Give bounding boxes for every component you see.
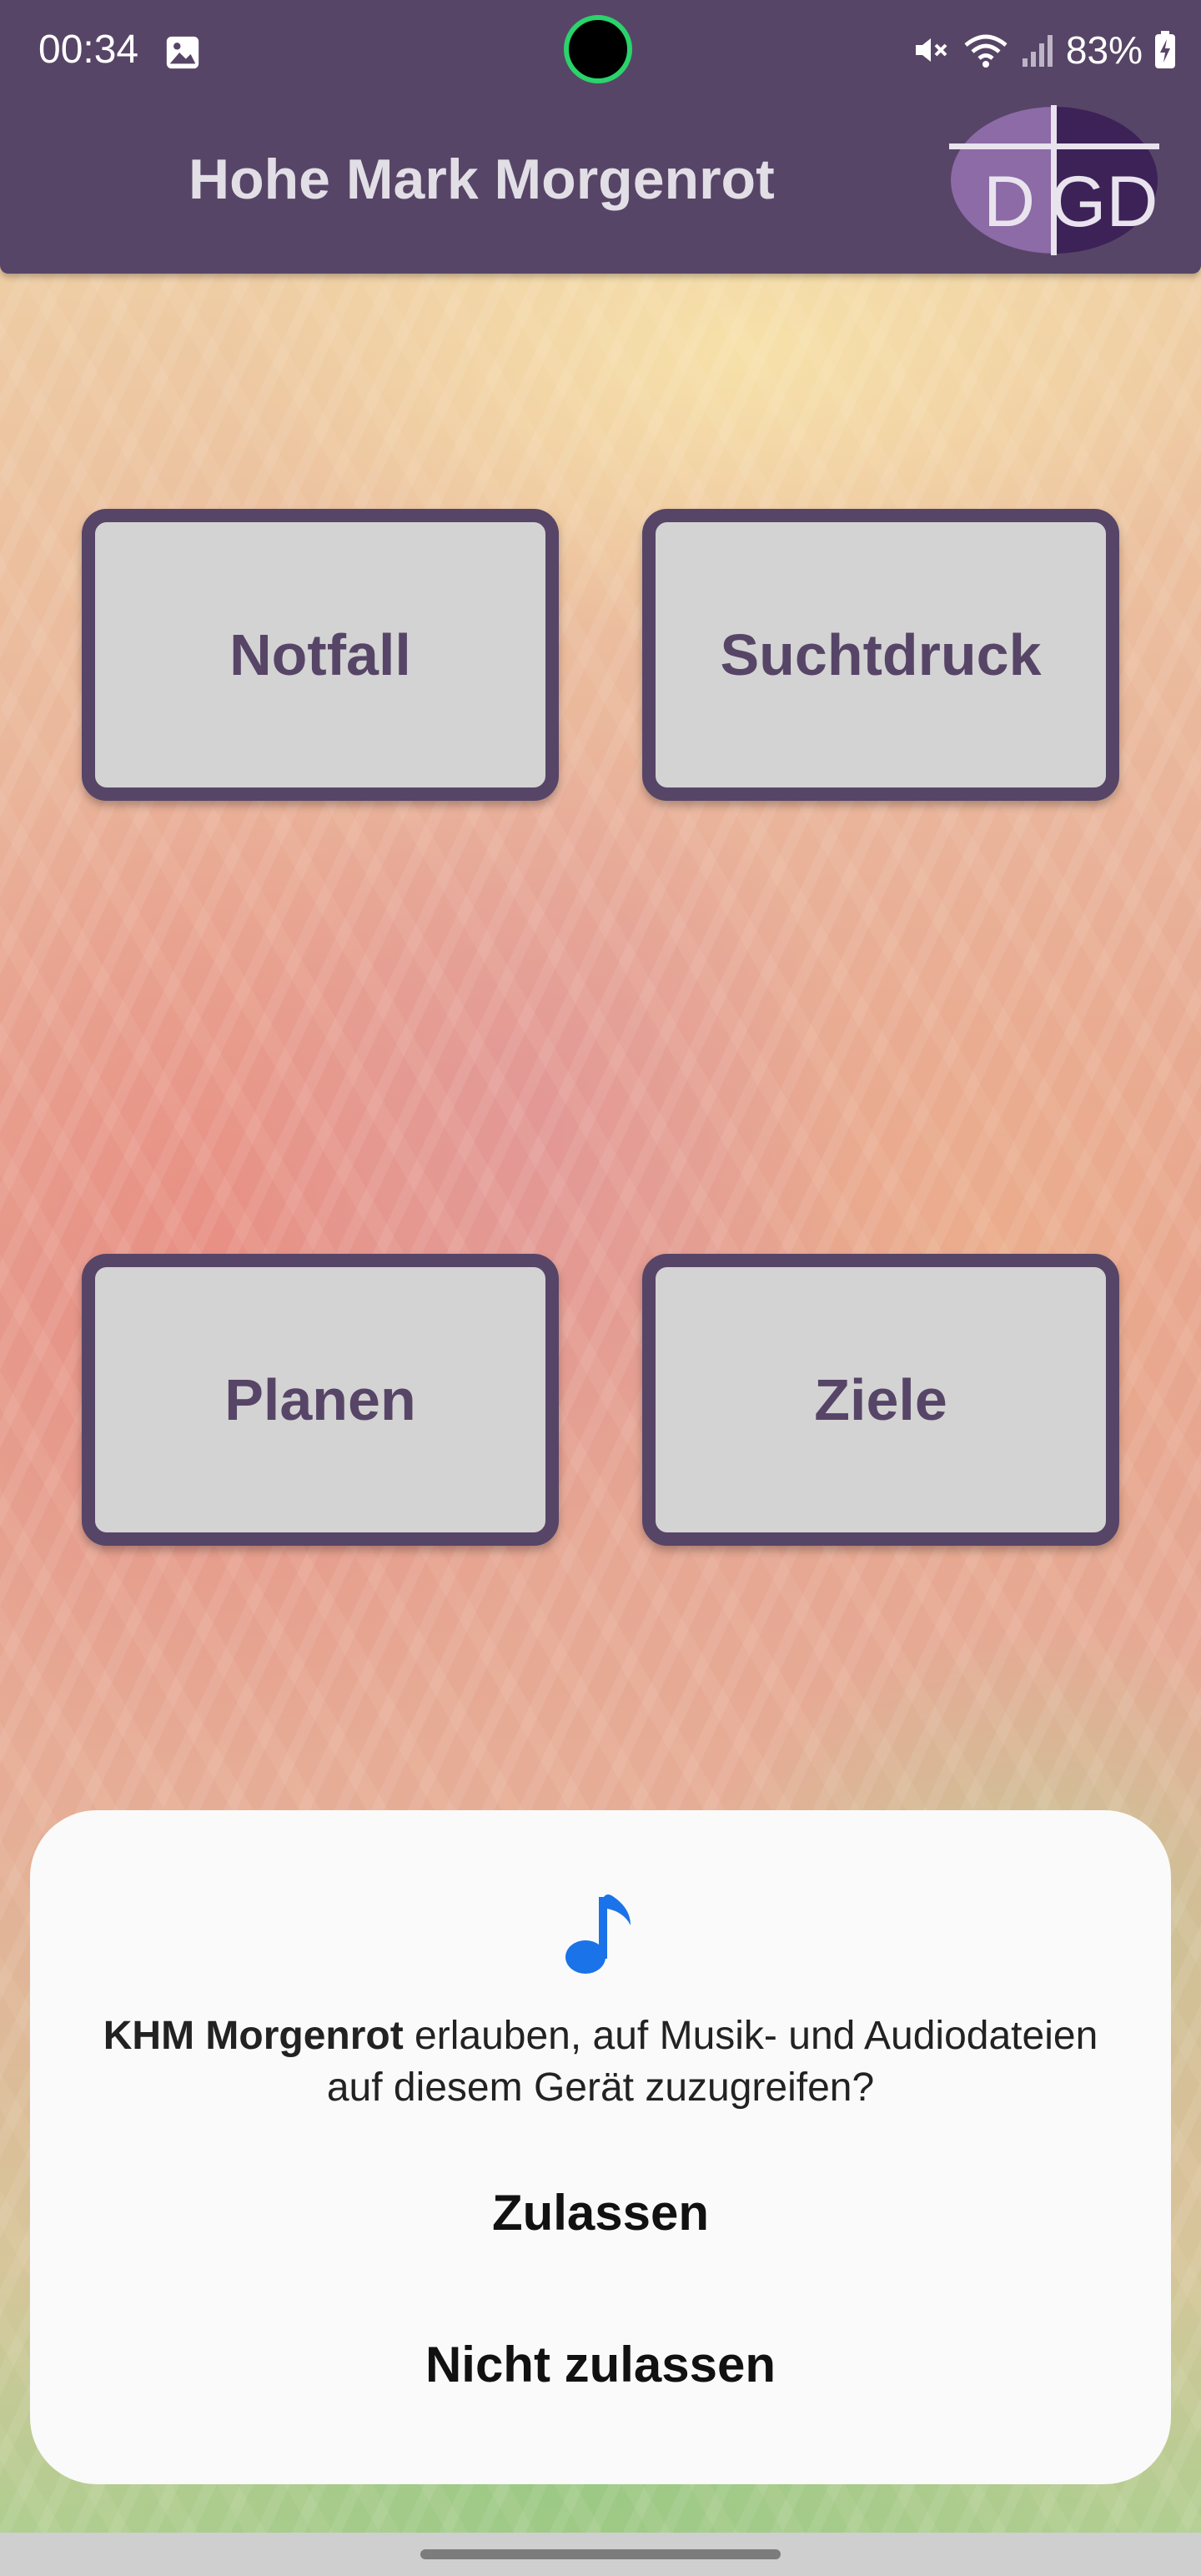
status-time: 00:34 [38,28,139,72]
front-camera [564,15,632,83]
dgd-logo: D GD [949,105,1159,255]
notfall-button[interactable]: Notfall [82,509,559,801]
status-icons: 83% [911,25,1176,75]
svg-text:GD: GD [1051,162,1158,242]
notfall-label: Notfall [229,622,411,687]
gallery-icon [166,36,199,69]
svg-text:D: D [983,162,1035,242]
wifi-icon [964,34,1008,68]
music-note-icon [565,1894,631,1974]
permission-message: KHM Morgenrot erlauben, auf Musik- und A… [83,2010,1118,2114]
app-title: Hohe Mark Morgenrot [188,148,775,211]
permission-question: erlauben, auf Musik- und Audiodateien au… [326,2014,1098,2110]
ziele-label: Ziele [814,1367,947,1432]
deny-button[interactable]: Nicht zulassen [133,2314,1068,2414]
planen-label: Planen [224,1367,416,1432]
suchtdruck-label: Suchtdruck [720,622,1042,687]
home-gesture-handle[interactable] [420,2549,781,2559]
app-bar: 00:34 83% Hohe Mark Morgenrot D GD [0,0,1201,274]
battery-charging-icon [1155,31,1175,68]
signal-icon [1022,35,1053,67]
planen-button[interactable]: Planen [82,1254,559,1546]
ziele-button[interactable]: Ziele [642,1254,1119,1546]
app-name: KHM Morgenrot [103,2014,404,2058]
suchtdruck-button[interactable]: Suchtdruck [642,509,1119,801]
battery-percent: 83% [1065,28,1143,72]
mute-icon [915,38,947,62]
allow-button[interactable]: Zulassen [133,2162,1068,2262]
